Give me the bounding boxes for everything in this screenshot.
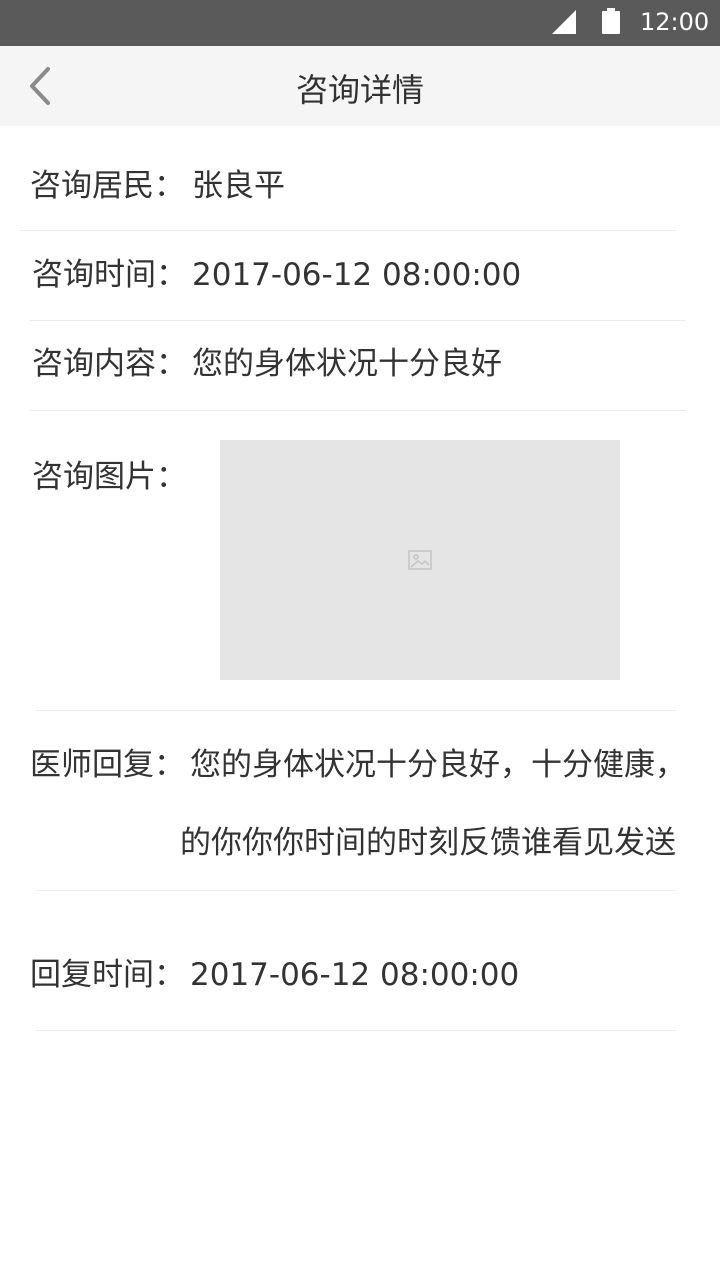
consult-image[interactable] [220,440,620,680]
status-time: 12:00 [640,8,710,36]
reply-time-label: 回复时间： [30,957,185,993]
divider [36,1030,676,1031]
divider [30,410,686,411]
doctor-reply-label: 医师回复： [30,747,185,783]
doctor-reply-line-1: 您的身体状况十分良好，十分健康， [190,747,686,783]
reply-time-value: 2017-06-12 08:00:00 [190,957,520,993]
consult-content-label: 咨询内容： [32,346,187,382]
divider [36,710,676,711]
consult-content-value: 您的身体状况十分良好 [192,346,502,382]
divider [20,230,676,231]
battery-icon [602,8,620,34]
divider [30,320,686,321]
doctor-reply-line-2: 的你你你时间的时刻反馈谁看见发送 [180,825,676,861]
consult-time-value: 2017-06-12 08:00:00 [192,257,522,293]
back-button[interactable] [18,64,62,108]
title-bar: 咨询详情 [0,46,720,126]
consult-time-label: 咨询时间： [32,257,187,293]
signal-icon [552,10,576,34]
page-title: 咨询详情 [295,71,424,109]
consult-image-label: 咨询图片： [32,459,187,495]
chevron-left-icon [30,67,50,105]
resident-label: 咨询居民： [30,168,185,204]
image-placeholder-icon [408,550,432,570]
status-bar: 12:00 [0,0,720,46]
divider [36,890,676,891]
resident-value: 张良平 [192,168,285,204]
